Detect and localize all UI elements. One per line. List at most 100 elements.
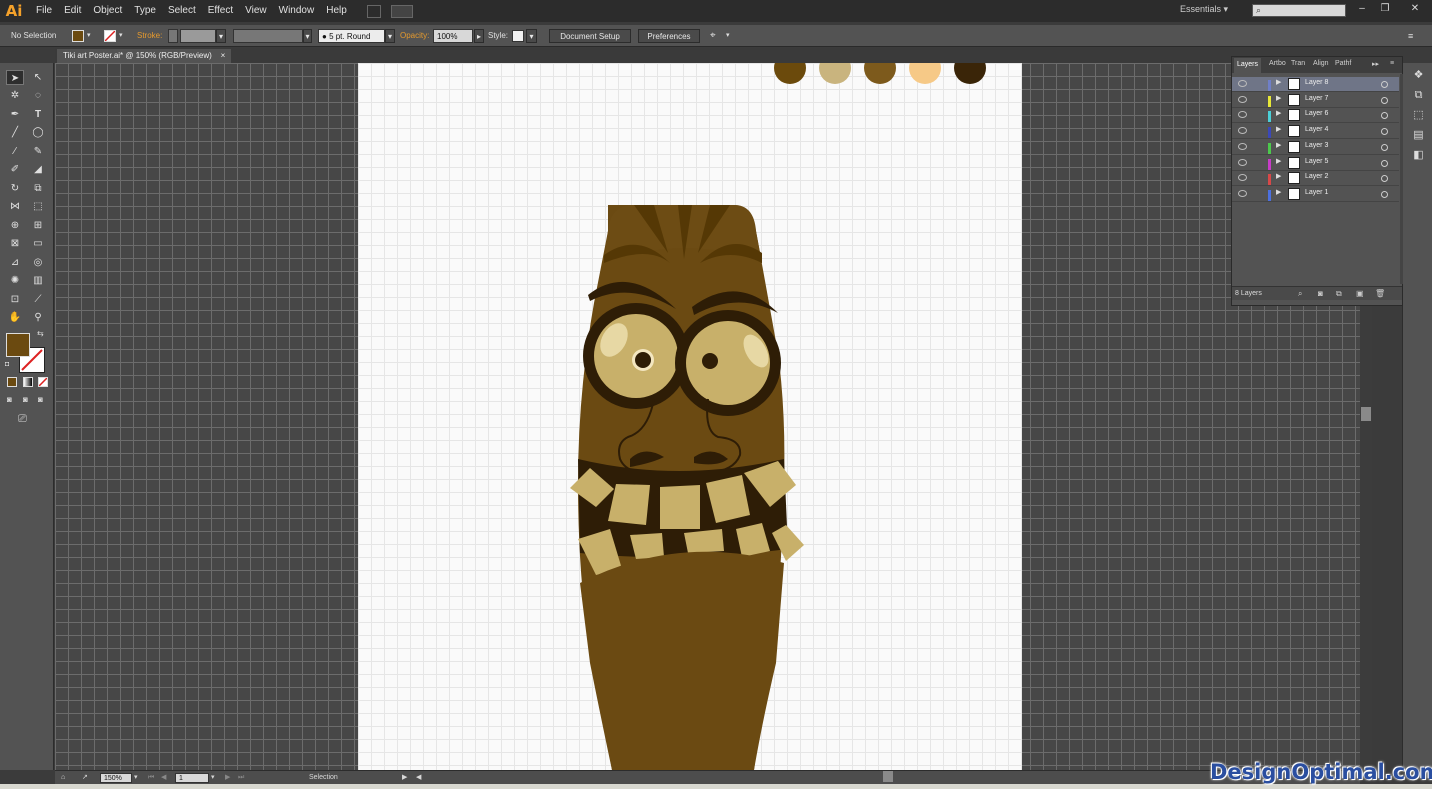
symbol-sprayer-tool-icon[interactable]: ✺ xyxy=(6,273,24,288)
column-graph-tool-icon[interactable]: ▥ xyxy=(29,273,47,288)
brush-dropdown[interactable]: ▾ xyxy=(385,29,395,43)
layer-name[interactable]: Layer 8 xyxy=(1305,79,1328,86)
transform-dropdown-icon[interactable]: ▾ xyxy=(726,29,730,43)
transform-icon[interactable]: ⌖ xyxy=(710,29,716,43)
layer-row[interactable]: ▶ Layer 8 xyxy=(1232,77,1399,92)
blend-tool-icon[interactable]: ◎ xyxy=(29,255,47,270)
pathfinder-panel-icon[interactable]: ◧ xyxy=(1412,150,1425,161)
default-colors-icon[interactable]: ◘ xyxy=(5,361,9,368)
panel-menu-icon[interactable]: ≡ xyxy=(1408,29,1413,43)
target-circle-icon[interactable] xyxy=(1381,175,1388,183)
menu-effect[interactable]: Effect xyxy=(202,0,239,22)
paintbrush-tool-icon[interactable]: ∕ xyxy=(6,144,24,159)
opacity-label[interactable]: Opacity: xyxy=(400,29,429,43)
scale-tool-icon[interactable]: ⧉ xyxy=(29,181,47,196)
visibility-eye-icon[interactable] xyxy=(1238,95,1247,103)
layer-name[interactable]: Layer 6 xyxy=(1305,110,1328,117)
last-artboard-icon[interactable]: ⏭ xyxy=(238,773,244,783)
mesh-tool-icon[interactable]: ⊠ xyxy=(6,236,24,251)
visibility-eye-icon[interactable] xyxy=(1238,142,1247,150)
bridge-button[interactable] xyxy=(366,4,381,18)
minimize-button[interactable]: – xyxy=(1352,2,1372,16)
draw-normal-icon[interactable]: ◙ xyxy=(7,395,12,404)
share-icon[interactable]: ↗ xyxy=(82,773,88,783)
type-tool-icon[interactable]: T xyxy=(29,107,47,122)
visibility-eye-icon[interactable] xyxy=(1238,127,1247,135)
next-artboard-icon[interactable]: ▶ xyxy=(225,773,230,783)
tab-artboards[interactable]: Artbo xyxy=(1269,60,1286,67)
style-dropdown[interactable]: ▾ xyxy=(526,29,537,43)
eyedropper-tool-icon[interactable]: ⊿ xyxy=(6,255,24,270)
target-circle-icon[interactable] xyxy=(1381,143,1388,151)
layer-name[interactable]: Layer 3 xyxy=(1305,142,1328,149)
pencil-tool-icon[interactable]: ✎ xyxy=(29,144,47,159)
new-layer-icon[interactable]: ▣ xyxy=(1356,289,1364,298)
visibility-eye-icon[interactable] xyxy=(1238,189,1247,197)
artboard-dropdown-icon[interactable]: ▾ xyxy=(211,773,215,783)
menu-edit[interactable]: Edit xyxy=(58,0,87,22)
gradient-mode-button[interactable] xyxy=(23,377,33,387)
blob-brush-tool-icon[interactable]: ✐ xyxy=(6,162,24,177)
graphic-style-swatch[interactable] xyxy=(512,30,524,42)
menu-help[interactable]: Help xyxy=(320,0,353,22)
layer-row[interactable]: ▶ Layer 1 xyxy=(1232,187,1399,202)
variable-width-profile[interactable] xyxy=(233,29,303,43)
layer-row[interactable]: ▶ Layer 7 xyxy=(1232,93,1399,108)
new-sublayer-icon[interactable]: ⧉ xyxy=(1336,289,1342,299)
artboard-number-input[interactable]: 1 xyxy=(175,773,209,783)
expand-triangle-icon[interactable]: ▶ xyxy=(1276,188,1281,196)
palette-swatch[interactable] xyxy=(819,52,851,84)
target-circle-icon[interactable] xyxy=(1381,128,1388,136)
tab-align[interactable]: Align xyxy=(1313,60,1329,67)
layer-row[interactable]: ▶ Layer 4 xyxy=(1232,124,1399,140)
clipping-mask-icon[interactable]: ◙ xyxy=(1318,289,1323,298)
layer-name[interactable]: Layer 5 xyxy=(1305,158,1328,165)
preferences-button[interactable]: Preferences xyxy=(638,29,700,43)
stroke-label[interactable]: Stroke: xyxy=(137,29,162,43)
expand-triangle-icon[interactable]: ▶ xyxy=(1276,109,1281,117)
expand-triangle-icon[interactable]: ▶ xyxy=(1276,78,1281,86)
prev-artboard-icon[interactable]: ◀ xyxy=(161,773,166,783)
tab-layers[interactable]: Layers xyxy=(1234,58,1262,73)
palette-swatch[interactable] xyxy=(774,52,806,84)
none-mode-button[interactable] xyxy=(38,377,48,387)
zoom-dropdown-icon[interactable]: ▾ xyxy=(134,773,138,783)
delete-layer-icon[interactable]: 🗑 xyxy=(1375,289,1385,298)
slice-tool-icon[interactable]: ⟋ xyxy=(29,292,47,307)
swap-colors-icon[interactable]: ⇆ xyxy=(37,329,44,338)
draw-inside-icon[interactable]: ◙ xyxy=(38,395,43,404)
stroke-dropdown-icon[interactable]: ▾ xyxy=(119,29,123,43)
expand-triangle-icon[interactable]: ▶ xyxy=(1276,94,1281,102)
search-input[interactable]: ⌕ xyxy=(1252,4,1346,17)
expand-triangle-icon[interactable]: ▶ xyxy=(1276,125,1281,133)
workspace-switcher[interactable]: Essentials ▾ xyxy=(1180,4,1228,15)
shape-builder-tool-icon[interactable]: ⊕ xyxy=(6,218,24,233)
tab-transform[interactable]: Tran xyxy=(1291,60,1305,67)
draw-behind-icon[interactable]: ◙ xyxy=(23,395,28,404)
direct-selection-tool-icon[interactable]: ↖ xyxy=(29,70,47,85)
perspective-grid-tool-icon[interactable]: ⊞ xyxy=(29,218,47,233)
layers-scrollbar[interactable] xyxy=(1400,74,1403,284)
layer-name[interactable]: Layer 2 xyxy=(1305,173,1328,180)
layer-row[interactable]: ▶ Layer 6 xyxy=(1232,108,1399,124)
transform-panel-icon[interactable]: ⬚ xyxy=(1412,110,1425,121)
fill-swatch[interactable] xyxy=(72,30,84,42)
zoom-tool-icon[interactable]: ⚲ xyxy=(29,310,47,325)
visibility-eye-icon[interactable] xyxy=(1238,80,1247,87)
opacity-dropdown[interactable]: ▸ xyxy=(474,29,484,43)
width-tool-icon[interactable]: ⋈ xyxy=(6,199,24,214)
layer-row[interactable]: ▶ Layer 3 xyxy=(1232,140,1399,155)
target-circle-icon[interactable] xyxy=(1381,159,1388,167)
layer-name[interactable]: Layer 1 xyxy=(1305,189,1328,196)
ellipse-tool-icon[interactable]: ◯ xyxy=(29,125,47,140)
hand-tool-icon[interactable]: ✋ xyxy=(6,310,24,325)
menu-type[interactable]: Type xyxy=(128,0,162,22)
visibility-eye-icon[interactable] xyxy=(1238,174,1247,182)
gradient-tool-icon[interactable]: ▭ xyxy=(29,236,47,251)
target-circle-icon[interactable] xyxy=(1381,190,1388,198)
menu-view[interactable]: View xyxy=(239,0,273,22)
layer-row[interactable]: ▶ Layer 2 xyxy=(1232,171,1399,187)
locate-object-icon[interactable]: ⌕ xyxy=(1298,289,1302,299)
status-menu-icon[interactable]: ▶ xyxy=(402,773,407,783)
rotate-tool-icon[interactable]: ↻ xyxy=(6,181,24,196)
